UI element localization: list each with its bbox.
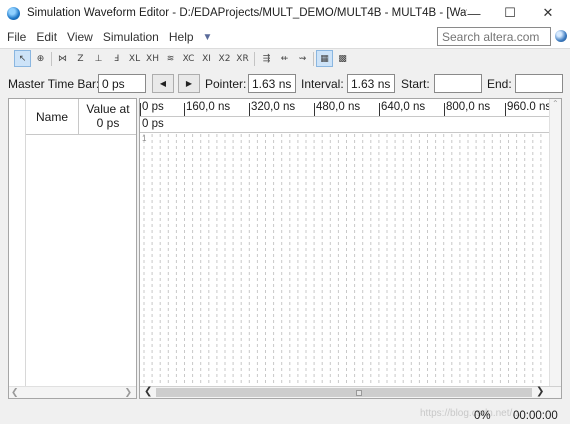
ruler-tick-label: 640,0 ns [378, 101, 426, 116]
waveform-pane[interactable]: 0 ps 160,0 ns 320,0 ns 480,0 ns 640,0 ns… [139, 98, 562, 399]
signal-list-header: Name Value at 0 ps [26, 99, 136, 135]
app-icon [7, 6, 20, 20]
count-value-icon[interactable]: XI [198, 50, 215, 67]
menu-file[interactable]: File [2, 26, 31, 48]
ruler-tick-label: 960.0 ns [504, 101, 552, 116]
force-weak-low-icon[interactable]: ⊥ [90, 50, 107, 67]
end-label: End: [487, 77, 512, 91]
watermark-text: https://blog.csdn.net/... [420, 408, 521, 419]
hscroll-thumb[interactable] [156, 388, 532, 397]
start-field[interactable] [434, 74, 482, 93]
time-bar: Master Time Bar: ◀ ▶ Pointer: Interval: … [0, 70, 570, 96]
value-column-header[interactable]: Value at 0 ps [80, 102, 136, 130]
functional-sim-icon[interactable]: ⇷ [276, 50, 293, 67]
close-button[interactable]: ✕ [530, 0, 566, 26]
timing-sim-icon[interactable]: ⇝ [294, 50, 311, 67]
title-bar: Simulation Waveform Editor - D:/EDAProje… [0, 0, 570, 26]
cursor-value-row: 0 ps [140, 117, 549, 133]
scroll-up-icon[interactable]: ⌃ [552, 99, 559, 108]
window-title: Simulation Waveform Editor - D:/EDAProje… [27, 7, 467, 19]
minimize-button[interactable]: — [456, 0, 492, 26]
value-header-line1: Value at [86, 102, 130, 116]
force-weak-high-icon[interactable]: Ⅎ [108, 50, 125, 67]
menu-edit[interactable]: Edit [31, 26, 62, 48]
end-field[interactable] [515, 74, 563, 93]
clock-icon[interactable]: X2 [216, 50, 233, 67]
thumb-grip [356, 390, 362, 396]
force-high-icon[interactable]: XH [144, 50, 161, 67]
signal-gutter [9, 99, 26, 386]
cursor-time-label: 0 ps [142, 118, 164, 130]
elapsed-time: 00:00:00 [513, 410, 558, 422]
maximize-button[interactable]: ☐ [492, 0, 528, 26]
previous-transition-button[interactable]: ◀ [152, 74, 174, 93]
force-low-icon[interactable]: XL [126, 50, 143, 67]
interval-label: Interval: [301, 77, 344, 91]
help-ext-icon[interactable]: ▼ [203, 32, 213, 43]
toolbar-separator [254, 52, 255, 66]
menu-view[interactable]: View [62, 26, 98, 48]
waveform-hscrollbar[interactable]: ❮ ❯ [140, 386, 561, 398]
pointer-field[interactable] [248, 74, 296, 93]
invert-icon[interactable]: XC [180, 50, 197, 67]
toolbar-separator [51, 52, 52, 66]
netlist-view-icon[interactable]: ▦ [316, 50, 333, 67]
ruler-tick-label: 0 ps [140, 101, 164, 116]
progress-text: 0% [474, 410, 491, 422]
master-time-bar-label: Master Time Bar: [8, 77, 100, 91]
grid-lines [143, 134, 542, 385]
toolbar-separator [313, 52, 314, 66]
time-marker-label: 1 [142, 134, 147, 143]
waveform-vscrollbar[interactable]: ⌃ [549, 99, 561, 386]
ruler-tick-label: 320,0 ns [248, 101, 296, 116]
scroll-right-icon[interactable]: ❯ [124, 387, 132, 398]
status-bar: https://blog.csdn.net/... 0% 00:00:00 [0, 404, 570, 424]
waveform-grid[interactable]: 1 [140, 134, 549, 385]
zoom-tool-icon[interactable]: ⊕ [32, 50, 49, 67]
name-column-header[interactable]: Name [26, 99, 79, 135]
signal-list-hscrollbar[interactable]: ❮ ❯ [9, 386, 136, 398]
value-header-line2: 0 ps [96, 116, 120, 130]
selection-tool-icon[interactable]: ↖ [14, 50, 31, 67]
signal-list-pane[interactable]: Name Value at 0 ps ❮ ❯ [8, 98, 137, 399]
next-transition-button[interactable]: ▶ [178, 74, 200, 93]
toolbar: ↖ ⊕ ⋈ Z ⊥ Ⅎ XL XH ≋ XC XI X2 XR ⇶ ⇷ ⇝ ▦ … [0, 48, 570, 69]
ruler-tick-label: 480,0 ns [313, 101, 361, 116]
grid-settings-icon[interactable]: ▩ [334, 50, 351, 67]
force-dont-care-icon[interactable]: ≋ [162, 50, 179, 67]
force-unknown-icon[interactable]: ⋈ [54, 50, 71, 67]
start-label: Start: [401, 77, 430, 91]
time-ruler[interactable]: 0 ps 160,0 ns 320,0 ns 480,0 ns 640,0 ns… [140, 99, 552, 117]
scroll-left-icon[interactable]: ❮ [11, 387, 19, 398]
ruler-tick-label: 800,0 ns [443, 101, 491, 116]
interval-field[interactable] [347, 74, 395, 93]
master-time-bar-field[interactable] [98, 74, 146, 93]
scroll-right-icon[interactable]: ❯ [536, 386, 544, 397]
ruler-tick-label: 160,0 ns [183, 101, 231, 116]
globe-icon[interactable] [555, 30, 567, 42]
force-high-z-icon[interactable]: Z [72, 50, 89, 67]
search-input[interactable] [437, 27, 551, 46]
pointer-label: Pointer: [205, 77, 247, 91]
random-values-icon[interactable]: ⇶ [258, 50, 275, 67]
menu-help[interactable]: Help [164, 26, 199, 48]
arbitrary-value-icon[interactable]: XR [234, 50, 251, 67]
menu-simulation[interactable]: Simulation [98, 26, 164, 48]
scroll-left-icon[interactable]: ❮ [144, 386, 152, 397]
